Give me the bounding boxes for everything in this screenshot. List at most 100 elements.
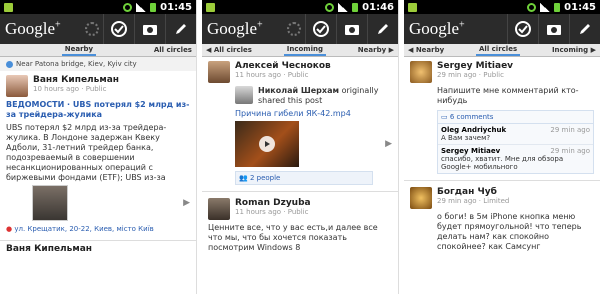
post-text: о боги! в 5м iPhone кнопка меню будет пр… <box>437 212 582 251</box>
post[interactable]: Алексей Чесноков 11 hours ago · Public Н… <box>202 57 398 189</box>
avatar[interactable] <box>6 75 28 97</box>
tab-all-circles[interactable]: All circles <box>476 44 521 56</box>
post-place: ● ул. Крещатик, 20-22, Киев, місто Київ <box>6 225 154 233</box>
gift-icon <box>408 2 417 12</box>
battery-icon <box>352 2 359 12</box>
app-logo: Google+ <box>207 19 263 38</box>
compose-button[interactable] <box>367 14 398 44</box>
camera-button[interactable] <box>134 14 165 44</box>
gift-icon <box>206 2 215 12</box>
post-meta: 11 hours ago · Public <box>235 208 309 216</box>
tab-nearby[interactable]: Nearby <box>61 44 97 56</box>
divider <box>404 180 600 181</box>
tab-all-circles[interactable]: All circles <box>154 46 192 54</box>
camera-button[interactable] <box>538 14 569 44</box>
clock: 01:45 <box>564 1 596 13</box>
checkin-button[interactable] <box>103 14 134 44</box>
check-icon <box>313 21 329 37</box>
comment[interactable]: Oleg Andriychuk 29 min ago А Вам зачем? <box>438 124 593 145</box>
post[interactable]: Roman Dzyuba 11 hours ago · Public Ценни… <box>202 194 398 257</box>
comment[interactable]: Sergey Mitiaev 29 min ago спасибо, хватит… <box>438 145 593 173</box>
avatar[interactable] <box>235 86 253 104</box>
app-bar: Google+ <box>0 14 196 44</box>
stream-tabs: ◀ Nearby All circles Incoming ▶ <box>404 44 600 57</box>
avatar[interactable] <box>410 61 432 83</box>
avatar[interactable] <box>208 198 230 220</box>
gift-icon <box>4 2 13 12</box>
tab-incoming[interactable]: Incoming ▶ <box>552 46 596 54</box>
comments-box[interactable]: ▭ 6 comments Oleg Andriychuk 29 min ago А… <box>437 110 594 174</box>
post-meta: 29 min ago · Limited <box>437 197 510 205</box>
tab-nearby[interactable]: Nearby ▶ <box>358 46 394 54</box>
divider <box>202 191 398 192</box>
pin-icon: ● <box>6 225 13 233</box>
signal-icon <box>540 2 551 12</box>
checkin-button[interactable] <box>507 14 538 44</box>
post[interactable]: Ваня Кипельман 10 hours ago · Public ВЕД… <box>0 71 196 238</box>
camera-icon <box>547 25 561 35</box>
post[interactable]: Ваня Кипельман <box>0 243 196 258</box>
location-bar: Near Patona bridge, Kiev, Kyiv city <box>0 57 196 71</box>
tab-all-circles[interactable]: ◀ All circles <box>206 46 252 54</box>
comment-author[interactable]: Sergey Mitiaev <box>441 147 500 155</box>
tab-nearby[interactable]: ◀ Nearby <box>408 46 444 54</box>
tab-incoming[interactable]: Incoming <box>283 44 326 56</box>
screen-nearby: 01:45 Google+ Nearby All circles Near Pa… <box>0 0 197 294</box>
post[interactable]: Sergey Mitiaev 29 min ago · Public Напиш… <box>404 57 600 178</box>
post-image[interactable] <box>32 185 68 221</box>
expand-icon[interactable]: ▶ <box>183 198 190 208</box>
comment-time: 29 min ago <box>550 126 590 134</box>
camera-icon <box>143 25 157 35</box>
video-thumbnail[interactable] <box>235 121 299 167</box>
post-link-title[interactable]: ВЕДОМОСТИ · UBS потерял $2 млрд из-за тр… <box>6 100 190 120</box>
comment-author[interactable]: Oleg Andriychuk <box>441 126 506 134</box>
post-author[interactable]: Богдан Чуб <box>437 187 509 197</box>
post-author[interactable]: Ваня Кипельман <box>6 244 190 254</box>
post-author[interactable]: Ваня Кипельман <box>33 75 119 85</box>
status-bar: 01:45 <box>0 0 196 14</box>
sync-icon <box>123 2 133 12</box>
expand-icon[interactable]: ▶ <box>385 139 392 149</box>
pencil-icon <box>580 24 590 34</box>
avatar[interactable] <box>410 187 432 209</box>
checkin-button[interactable] <box>305 14 336 44</box>
app-logo: Google+ <box>409 19 465 38</box>
battery-icon <box>150 2 157 12</box>
pencil-icon <box>176 24 186 34</box>
check-icon <box>111 21 127 37</box>
signal-icon <box>338 2 349 12</box>
app-logo: Google+ <box>5 19 61 38</box>
comment-text: А Вам зачем? <box>441 134 491 142</box>
signal-icon <box>136 2 147 12</box>
play-icon[interactable] <box>259 136 275 152</box>
shared-by-name[interactable]: Николай Шерхам <box>258 86 339 95</box>
post-author[interactable]: Roman Dzyuba <box>235 198 311 208</box>
post-author[interactable]: Алексей Чесноков <box>235 61 331 71</box>
people-box[interactable]: 👥 2 people <box>235 171 373 185</box>
sync-icon <box>325 2 335 12</box>
camera-button[interactable] <box>336 14 367 44</box>
loading-spinner-icon <box>85 22 99 36</box>
check-icon <box>515 21 531 37</box>
post-text: UBS потерял $2 млрд из-за трейдера-жулик… <box>6 123 167 182</box>
screen-incoming: 01:46 Google+ ◀ All circles Incoming Nea… <box>202 0 399 294</box>
post-meta: 10 hours ago · Public <box>33 85 107 93</box>
post-text: Напишите мне комментарий кто-нибудь <box>437 86 579 105</box>
post-author[interactable]: Sergey Mitiaev <box>437 61 513 71</box>
compose-button[interactable] <box>569 14 600 44</box>
app-bar: Google+ <box>202 14 398 44</box>
avatar[interactable] <box>208 61 230 83</box>
stream-tabs: ◀ All circles Incoming Nearby ▶ <box>202 44 398 57</box>
comment-icon: ▭ <box>441 113 448 121</box>
pencil-icon <box>378 24 388 34</box>
compose-button[interactable] <box>165 14 196 44</box>
clock: 01:46 <box>362 1 394 13</box>
post[interactable]: Богдан Чуб 29 min ago · Limited о боги! … <box>404 183 600 256</box>
camera-icon <box>345 25 359 35</box>
video-title[interactable]: Причина гибели ЯК-42.mp4 <box>235 109 392 119</box>
comments-count: ▭ 6 comments <box>438 111 593 124</box>
location-text: Near Patona bridge, Kiev, Kyiv city <box>16 60 137 68</box>
globe-icon <box>6 60 13 68</box>
comment-text: спасибо, хватит. Мне для обзора Google+ … <box>441 155 564 171</box>
app-bar: Google+ <box>404 14 600 44</box>
